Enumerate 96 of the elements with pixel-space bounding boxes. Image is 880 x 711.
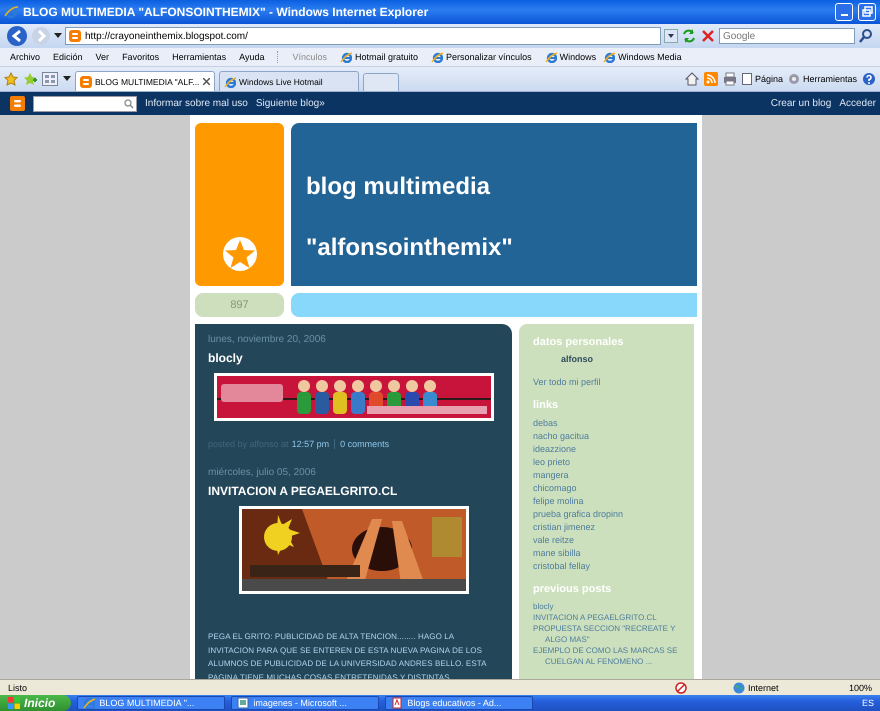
taskbar-item[interactable]: imagenes - Microsoft ... xyxy=(231,696,380,710)
browser-icon xyxy=(603,51,616,63)
previous-post-link[interactable]: INVITACION A PEGAELGRITO.CL xyxy=(533,612,657,623)
search-icon xyxy=(124,98,134,108)
language-indicator[interactable]: ES xyxy=(862,698,874,708)
browser-icon xyxy=(83,697,96,709)
profile-name: alfonso xyxy=(561,354,594,364)
windows-logo-icon xyxy=(8,697,20,709)
add-favorite-icon[interactable] xyxy=(23,72,37,86)
sidebar-link[interactable]: mangera xyxy=(533,469,569,482)
menu-item[interactable]: Ver xyxy=(96,52,110,62)
blogger-icon xyxy=(80,76,92,88)
dropdown-button[interactable] xyxy=(664,29,678,43)
back-button[interactable] xyxy=(6,25,28,47)
browser-icon xyxy=(340,51,352,63)
sidebar-link[interactable]: ideazzione xyxy=(533,443,576,456)
sidebar-heading: datos personales xyxy=(533,336,624,348)
post-date: miércoles, julio 05, 2006 xyxy=(208,467,316,478)
menu-item[interactable]: Herramientas xyxy=(172,52,226,62)
nav-link[interactable]: Crear un blog xyxy=(770,98,832,109)
sidebar-link[interactable]: prueba grafica dropinn xyxy=(533,508,624,521)
page-menu[interactable]: Página xyxy=(742,73,783,85)
link-item[interactable]: Personalizar vínculos xyxy=(431,51,532,63)
taskbar-item[interactable]: BLOG MULTIMEDIA "... xyxy=(77,696,226,710)
sidebar-link[interactable]: vale reitze xyxy=(533,534,574,547)
image-document-icon xyxy=(237,697,250,709)
sidebar-link[interactable]: felipe molina xyxy=(533,495,584,508)
window-title: BLOG MULTIMEDIA "ALFONSOINTHEMIX" - Windows Internet Explorer xyxy=(23,5,430,19)
menu-item[interactable]: Favoritos xyxy=(122,52,160,62)
sidebar-heading: links xyxy=(533,399,558,411)
browser-tab[interactable]: BLOG MULTIMEDIA "ALF... xyxy=(75,71,215,91)
sidebar-link[interactable]: chicomago xyxy=(533,482,577,495)
close-tab-icon[interactable] xyxy=(203,78,210,85)
nav-link[interactable]: Acceder xyxy=(839,98,876,109)
previous-post-link[interactable]: blocly xyxy=(533,601,554,612)
page-icon xyxy=(742,73,752,85)
restore-button[interactable] xyxy=(858,3,876,21)
nav-link[interactable]: Informar sobre mal uso xyxy=(145,98,248,109)
sidebar-link[interactable]: mane sibilla xyxy=(533,547,581,560)
link-item[interactable]: Windows xyxy=(544,51,596,63)
visit-counter: 897 xyxy=(195,293,284,317)
print-icon[interactable] xyxy=(722,72,737,86)
pdf-document-icon xyxy=(391,697,404,709)
globe-icon xyxy=(732,682,745,694)
profile-link[interactable]: Ver todo mi perfil xyxy=(533,376,601,389)
search-button[interactable] xyxy=(858,28,874,44)
dropdown-icon[interactable] xyxy=(54,33,62,39)
status-text: Listo xyxy=(8,682,28,692)
minimize-icon xyxy=(840,14,848,16)
tab-list-icon[interactable] xyxy=(63,76,71,82)
feeds-icon[interactable] xyxy=(704,72,718,86)
stop-button[interactable] xyxy=(700,28,716,44)
browser-icon xyxy=(544,51,557,63)
sidebar-link[interactable]: cristian jimenez xyxy=(533,521,596,534)
blogger-icon xyxy=(69,30,81,42)
blogger-logo-icon[interactable] xyxy=(10,96,25,111)
menu-item[interactable]: Edición xyxy=(53,52,83,62)
post-date: lunes, noviembre 20, 2006 xyxy=(208,334,326,345)
favorites-star-icon[interactable] xyxy=(4,72,18,86)
search-field[interactable] xyxy=(33,96,137,112)
sidebar-link[interactable]: debas xyxy=(533,417,558,430)
address-field[interactable]: http://crayoneinthemix.blogspot.com/ xyxy=(65,27,661,45)
menu-item[interactable]: Archivo xyxy=(10,52,40,62)
zoom-level[interactable]: 100% xyxy=(848,682,872,692)
menu-item[interactable]: Ayuda xyxy=(239,52,264,62)
browser-icon xyxy=(431,51,444,63)
search-field[interactable]: Google xyxy=(719,28,855,44)
browser-icon xyxy=(224,76,236,88)
tools-menu[interactable]: Herramientas xyxy=(788,73,857,85)
comments-link[interactable]: 0 comments xyxy=(340,439,390,449)
previous-post-link[interactable]: PROPUESTA SECCION "RECREATE Y ALGO MAS" xyxy=(533,623,680,645)
sidebar-link[interactable]: leo prieto xyxy=(533,456,570,469)
taskbar-item[interactable]: Blogs educativos - Ad... xyxy=(385,696,534,710)
browser-tab[interactable]: Windows Live Hotmail xyxy=(219,71,359,91)
gear-icon xyxy=(788,73,800,85)
start-button[interactable]: Inicio xyxy=(0,695,72,711)
blog-title: blog multimedia xyxy=(306,173,492,201)
previous-post-link[interactable]: EJEMPLO DE COMO LAS MARCAS SE CUELGAN AL FENOMENO ... xyxy=(533,645,680,667)
sidebar-link[interactable]: nacho gacitua xyxy=(533,430,590,443)
post-time-link[interactable]: 12:57 pm xyxy=(292,439,330,449)
sidebar-heading: previous posts xyxy=(533,583,612,595)
browser-icon xyxy=(4,5,18,19)
quick-tabs-icon[interactable] xyxy=(42,72,58,86)
link-item[interactable]: Hotmail gratuito xyxy=(340,51,418,63)
blog-title: "alfonsointhemix" xyxy=(306,234,514,262)
nav-link[interactable]: Siguiente blog» xyxy=(256,98,325,109)
minimize-button[interactable] xyxy=(835,3,853,21)
post-title[interactable]: INVITACION A PEGAELGRITO.CL xyxy=(208,484,398,498)
sidebar-link[interactable]: cristobal fellay xyxy=(533,560,590,573)
popup-blocked-icon xyxy=(674,682,687,694)
home-icon[interactable] xyxy=(684,72,699,86)
post-title[interactable]: blocly xyxy=(208,351,243,365)
security-zone: Internet xyxy=(748,682,778,692)
link-item[interactable]: Windows Media xyxy=(603,51,682,63)
links-label: Vínculos xyxy=(292,52,327,62)
help-icon[interactable] xyxy=(862,72,876,86)
